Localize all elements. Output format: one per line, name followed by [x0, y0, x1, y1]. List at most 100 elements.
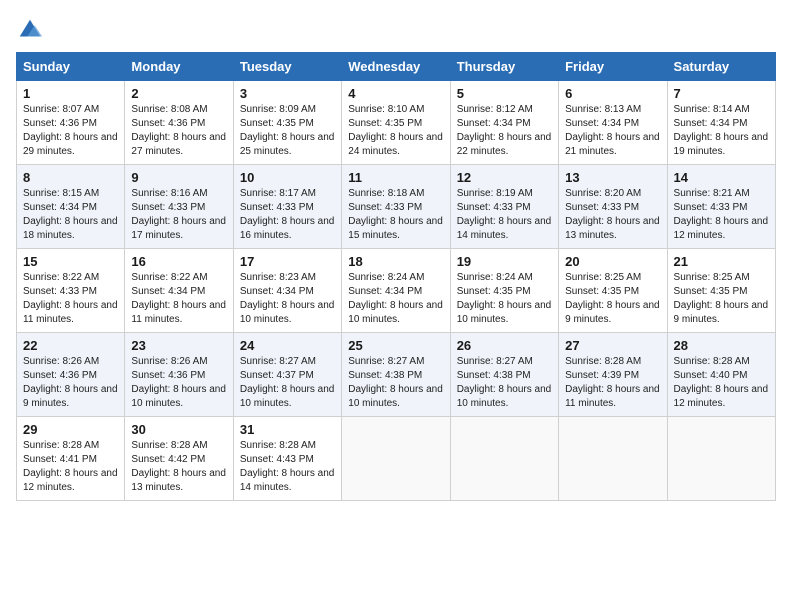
day-number: 31: [240, 422, 335, 437]
calendar-day-cell: 17 Sunrise: 8:23 AM Sunset: 4:34 PM Dayl…: [233, 249, 341, 333]
calendar-day-cell: 5 Sunrise: 8:12 AM Sunset: 4:34 PM Dayli…: [450, 81, 558, 165]
calendar-day-cell: [559, 417, 667, 501]
calendar-day-cell: 18 Sunrise: 8:24 AM Sunset: 4:34 PM Dayl…: [342, 249, 450, 333]
calendar-day-cell: 21 Sunrise: 8:25 AM Sunset: 4:35 PM Dayl…: [667, 249, 775, 333]
calendar-day-cell: 23 Sunrise: 8:26 AM Sunset: 4:36 PM Dayl…: [125, 333, 233, 417]
day-number: 4: [348, 86, 443, 101]
day-info: Sunrise: 8:22 AM Sunset: 4:34 PM Dayligh…: [131, 271, 226, 327]
calendar-day-cell: 20 Sunrise: 8:25 AM Sunset: 4:35 PM Dayl…: [559, 249, 667, 333]
calendar-day-cell: 19 Sunrise: 8:24 AM Sunset: 4:35 PM Dayl…: [450, 249, 558, 333]
calendar-day-cell: [450, 417, 558, 501]
day-number: 2: [131, 86, 226, 101]
calendar-day-cell: 10 Sunrise: 8:17 AM Sunset: 4:33 PM Dayl…: [233, 165, 341, 249]
day-info: Sunrise: 8:22 AM Sunset: 4:33 PM Dayligh…: [23, 271, 118, 327]
day-info: Sunrise: 8:08 AM Sunset: 4:36 PM Dayligh…: [131, 103, 226, 159]
day-number: 29: [23, 422, 118, 437]
day-info: Sunrise: 8:09 AM Sunset: 4:35 PM Dayligh…: [240, 103, 335, 159]
calendar-week-row: 1 Sunrise: 8:07 AM Sunset: 4:36 PM Dayli…: [17, 81, 776, 165]
day-number: 14: [674, 170, 769, 185]
page-header: [16, 16, 776, 44]
day-number: 25: [348, 338, 443, 353]
day-info: Sunrise: 8:07 AM Sunset: 4:36 PM Dayligh…: [23, 103, 118, 159]
day-number: 10: [240, 170, 335, 185]
day-info: Sunrise: 8:14 AM Sunset: 4:34 PM Dayligh…: [674, 103, 769, 159]
day-number: 17: [240, 254, 335, 269]
day-info: Sunrise: 8:28 AM Sunset: 4:43 PM Dayligh…: [240, 439, 335, 495]
calendar-day-cell: 3 Sunrise: 8:09 AM Sunset: 4:35 PM Dayli…: [233, 81, 341, 165]
calendar-day-cell: 14 Sunrise: 8:21 AM Sunset: 4:33 PM Dayl…: [667, 165, 775, 249]
weekday-header: Friday: [559, 53, 667, 81]
day-info: Sunrise: 8:16 AM Sunset: 4:33 PM Dayligh…: [131, 187, 226, 243]
weekday-header: Sunday: [17, 53, 125, 81]
calendar-day-cell: 12 Sunrise: 8:19 AM Sunset: 4:33 PM Dayl…: [450, 165, 558, 249]
calendar-day-cell: [342, 417, 450, 501]
calendar-week-row: 15 Sunrise: 8:22 AM Sunset: 4:33 PM Dayl…: [17, 249, 776, 333]
day-number: 8: [23, 170, 118, 185]
day-number: 16: [131, 254, 226, 269]
day-number: 19: [457, 254, 552, 269]
day-number: 12: [457, 170, 552, 185]
day-number: 3: [240, 86, 335, 101]
day-number: 18: [348, 254, 443, 269]
day-info: Sunrise: 8:28 AM Sunset: 4:39 PM Dayligh…: [565, 355, 660, 411]
day-info: Sunrise: 8:19 AM Sunset: 4:33 PM Dayligh…: [457, 187, 552, 243]
calendar-day-cell: 31 Sunrise: 8:28 AM Sunset: 4:43 PM Dayl…: [233, 417, 341, 501]
calendar-day-cell: 13 Sunrise: 8:20 AM Sunset: 4:33 PM Dayl…: [559, 165, 667, 249]
day-info: Sunrise: 8:15 AM Sunset: 4:34 PM Dayligh…: [23, 187, 118, 243]
calendar-day-cell: 1 Sunrise: 8:07 AM Sunset: 4:36 PM Dayli…: [17, 81, 125, 165]
calendar-header-row: SundayMondayTuesdayWednesdayThursdayFrid…: [17, 53, 776, 81]
day-number: 15: [23, 254, 118, 269]
day-info: Sunrise: 8:25 AM Sunset: 4:35 PM Dayligh…: [565, 271, 660, 327]
day-info: Sunrise: 8:12 AM Sunset: 4:34 PM Dayligh…: [457, 103, 552, 159]
day-number: 1: [23, 86, 118, 101]
day-number: 7: [674, 86, 769, 101]
day-number: 23: [131, 338, 226, 353]
day-info: Sunrise: 8:17 AM Sunset: 4:33 PM Dayligh…: [240, 187, 335, 243]
calendar-day-cell: 27 Sunrise: 8:28 AM Sunset: 4:39 PM Dayl…: [559, 333, 667, 417]
day-number: 9: [131, 170, 226, 185]
day-info: Sunrise: 8:26 AM Sunset: 4:36 PM Dayligh…: [23, 355, 118, 411]
weekday-header: Wednesday: [342, 53, 450, 81]
day-info: Sunrise: 8:28 AM Sunset: 4:41 PM Dayligh…: [23, 439, 118, 495]
day-number: 11: [348, 170, 443, 185]
day-number: 6: [565, 86, 660, 101]
logo: [16, 16, 48, 44]
weekday-header: Thursday: [450, 53, 558, 81]
calendar-week-row: 8 Sunrise: 8:15 AM Sunset: 4:34 PM Dayli…: [17, 165, 776, 249]
day-info: Sunrise: 8:25 AM Sunset: 4:35 PM Dayligh…: [674, 271, 769, 327]
day-number: 20: [565, 254, 660, 269]
weekday-header: Tuesday: [233, 53, 341, 81]
calendar-day-cell: 24 Sunrise: 8:27 AM Sunset: 4:37 PM Dayl…: [233, 333, 341, 417]
day-info: Sunrise: 8:10 AM Sunset: 4:35 PM Dayligh…: [348, 103, 443, 159]
day-info: Sunrise: 8:24 AM Sunset: 4:35 PM Dayligh…: [457, 271, 552, 327]
calendar-day-cell: 7 Sunrise: 8:14 AM Sunset: 4:34 PM Dayli…: [667, 81, 775, 165]
calendar-day-cell: 25 Sunrise: 8:27 AM Sunset: 4:38 PM Dayl…: [342, 333, 450, 417]
day-number: 13: [565, 170, 660, 185]
calendar-day-cell: 15 Sunrise: 8:22 AM Sunset: 4:33 PM Dayl…: [17, 249, 125, 333]
weekday-header: Saturday: [667, 53, 775, 81]
calendar-day-cell: 8 Sunrise: 8:15 AM Sunset: 4:34 PM Dayli…: [17, 165, 125, 249]
day-info: Sunrise: 8:27 AM Sunset: 4:37 PM Dayligh…: [240, 355, 335, 411]
calendar-day-cell: 30 Sunrise: 8:28 AM Sunset: 4:42 PM Dayl…: [125, 417, 233, 501]
calendar-day-cell: 29 Sunrise: 8:28 AM Sunset: 4:41 PM Dayl…: [17, 417, 125, 501]
weekday-header: Monday: [125, 53, 233, 81]
calendar-day-cell: [667, 417, 775, 501]
day-info: Sunrise: 8:28 AM Sunset: 4:42 PM Dayligh…: [131, 439, 226, 495]
calendar-day-cell: 11 Sunrise: 8:18 AM Sunset: 4:33 PM Dayl…: [342, 165, 450, 249]
day-info: Sunrise: 8:20 AM Sunset: 4:33 PM Dayligh…: [565, 187, 660, 243]
calendar-week-row: 29 Sunrise: 8:28 AM Sunset: 4:41 PM Dayl…: [17, 417, 776, 501]
day-number: 27: [565, 338, 660, 353]
calendar-day-cell: 26 Sunrise: 8:27 AM Sunset: 4:38 PM Dayl…: [450, 333, 558, 417]
day-info: Sunrise: 8:26 AM Sunset: 4:36 PM Dayligh…: [131, 355, 226, 411]
calendar-day-cell: 16 Sunrise: 8:22 AM Sunset: 4:34 PM Dayl…: [125, 249, 233, 333]
calendar-day-cell: 9 Sunrise: 8:16 AM Sunset: 4:33 PM Dayli…: [125, 165, 233, 249]
day-info: Sunrise: 8:24 AM Sunset: 4:34 PM Dayligh…: [348, 271, 443, 327]
day-info: Sunrise: 8:21 AM Sunset: 4:33 PM Dayligh…: [674, 187, 769, 243]
calendar-week-row: 22 Sunrise: 8:26 AM Sunset: 4:36 PM Dayl…: [17, 333, 776, 417]
day-info: Sunrise: 8:28 AM Sunset: 4:40 PM Dayligh…: [674, 355, 769, 411]
day-number: 22: [23, 338, 118, 353]
day-info: Sunrise: 8:27 AM Sunset: 4:38 PM Dayligh…: [348, 355, 443, 411]
day-info: Sunrise: 8:13 AM Sunset: 4:34 PM Dayligh…: [565, 103, 660, 159]
logo-icon: [16, 16, 44, 44]
day-number: 5: [457, 86, 552, 101]
